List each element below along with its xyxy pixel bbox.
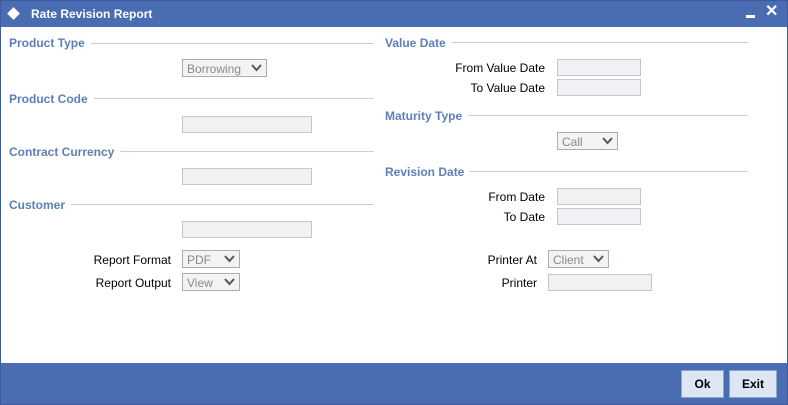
- to-date-label: To Date: [503, 210, 545, 224]
- from-value-date-input[interactable]: [557, 59, 641, 76]
- exit-button[interactable]: Exit: [729, 370, 777, 398]
- product-type-select-value: Borrowing: [187, 62, 242, 76]
- customer-input[interactable]: [182, 221, 312, 238]
- to-value-date-input[interactable]: [557, 79, 641, 96]
- chevron-down-icon: [224, 278, 235, 286]
- minimize-icon[interactable]: [746, 15, 755, 18]
- maturity-type-heading: Maturity Type: [385, 109, 469, 123]
- title-bar: Rate Revision Report ✕: [1, 1, 787, 27]
- report-output-label: Report Output: [95, 276, 171, 290]
- footer-bar: [1, 363, 787, 404]
- printer-label: Printer: [501, 276, 537, 290]
- maturity-type-select[interactable]: Call: [557, 132, 618, 150]
- from-date-input[interactable]: [557, 188, 641, 205]
- printer-input[interactable]: [548, 274, 652, 291]
- product-type-heading: Product Type: [9, 36, 91, 50]
- close-icon[interactable]: ✕: [765, 3, 778, 21]
- ok-button[interactable]: Ok: [681, 370, 724, 398]
- to-value-date-label: To Value Date: [470, 81, 546, 95]
- printer-at-label: Printer At: [487, 253, 537, 267]
- from-value-date-label: From Value Date: [455, 61, 545, 75]
- contract-currency-heading: Contract Currency: [9, 145, 121, 159]
- window-diamond-icon: [7, 7, 20, 20]
- report-format-label: Report Format: [93, 253, 171, 267]
- report-format-select[interactable]: PDF: [182, 250, 240, 268]
- printer-at-select[interactable]: Client: [548, 250, 609, 268]
- product-code-heading: Product Code: [9, 92, 94, 106]
- revision-date-heading: Revision Date: [385, 165, 471, 179]
- chevron-down-icon: [593, 255, 604, 263]
- maturity-type-select-value: Call: [562, 135, 583, 149]
- to-date-input[interactable]: [557, 208, 641, 225]
- printer-at-select-value: Client: [553, 253, 584, 267]
- report-output-select[interactable]: View: [182, 273, 240, 291]
- product-type-select[interactable]: Borrowing: [182, 59, 267, 77]
- chevron-down-icon: [224, 255, 235, 263]
- customer-heading: Customer: [9, 198, 72, 212]
- value-date-heading: Value Date: [385, 36, 452, 50]
- chevron-down-icon: [602, 137, 613, 145]
- report-format-select-value: PDF: [187, 253, 211, 267]
- from-date-label: From Date: [488, 190, 545, 204]
- contract-currency-input[interactable]: [182, 168, 312, 185]
- chevron-down-icon: [251, 64, 262, 72]
- report-output-select-value: View: [187, 276, 213, 290]
- product-code-input[interactable]: [182, 116, 312, 133]
- rate-revision-report-window: Rate Revision Report ✕ Product Type Borr…: [0, 0, 788, 405]
- window-title: Rate Revision Report: [31, 7, 153, 21]
